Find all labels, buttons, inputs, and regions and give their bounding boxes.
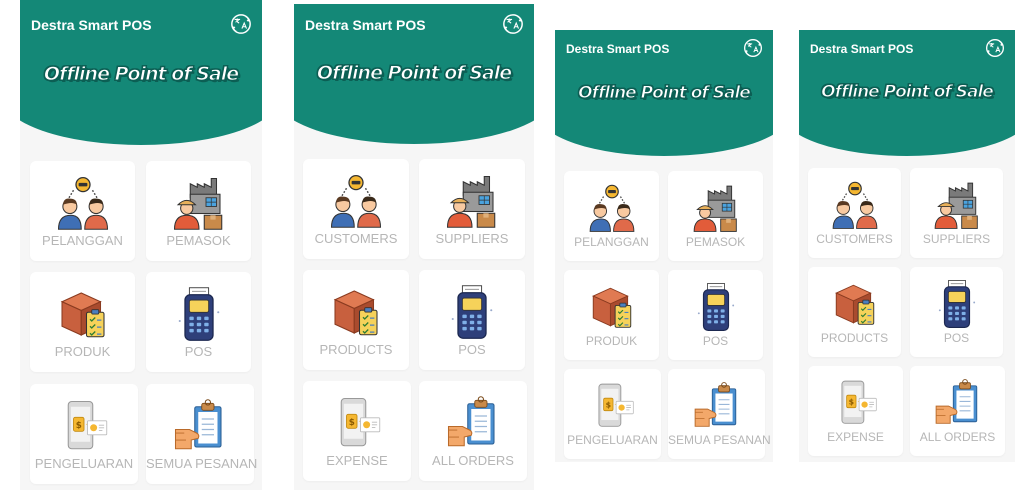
menu-card-label: PRODUK xyxy=(54,344,111,359)
menu-card-label: POS xyxy=(184,344,213,359)
products-icon xyxy=(587,282,637,332)
app-screen-4: Destra Smart POS Offline Point of Sale C… xyxy=(799,30,1015,462)
suppliers-icon xyxy=(691,183,741,233)
menu-card-label: PRODUK xyxy=(585,334,638,348)
menu-card-label: SUPPLIERS xyxy=(435,231,509,246)
products-icon xyxy=(328,284,384,340)
pos-terminal-icon xyxy=(691,282,741,332)
menu-card-label: POS xyxy=(702,334,729,348)
app-title: Destra Smart POS xyxy=(31,17,152,33)
banner-text: Offline Point of Sale xyxy=(821,82,995,103)
menu-card-expense[interactable]: $ PENGELUARAN xyxy=(30,384,138,484)
menu-card-pos-terminal[interactable]: POS xyxy=(668,270,763,360)
menu-card-customers[interactable]: PELANGGAN xyxy=(564,171,659,261)
menu-card-label: PENGELUARAN xyxy=(567,433,658,447)
expense-icon: $ xyxy=(329,395,385,451)
translate-icon[interactable] xyxy=(502,13,524,35)
banner-text: Offline Point of Sale xyxy=(578,83,752,104)
menu-card-products[interactable]: PRODUK xyxy=(30,272,135,372)
menu-card-label: PRODUCTS xyxy=(319,342,393,357)
menu-card-label: PELANGGAN xyxy=(42,233,123,248)
suppliers-icon xyxy=(444,173,500,229)
all-orders-icon xyxy=(445,395,501,451)
svg-text:$: $ xyxy=(605,401,610,410)
banner-text: Offline Point of Sale xyxy=(43,63,239,86)
menu-card-label: POS xyxy=(458,342,486,357)
menu-card-label: PENGELUARAN xyxy=(34,456,134,471)
menu-card-all-orders[interactable]: SEMUA PESANAN xyxy=(146,384,258,484)
menu-card-label: PEMASOK xyxy=(166,233,231,248)
expense-icon: $ xyxy=(831,378,881,428)
all-orders-icon xyxy=(692,381,742,431)
svg-text:$: $ xyxy=(848,398,853,407)
all-orders-icon xyxy=(933,378,983,428)
menu-card-products[interactable]: PRODUK xyxy=(564,270,659,360)
app-title: Destra Smart POS xyxy=(566,42,670,56)
menu-card-label: ALL ORDERS xyxy=(919,430,996,444)
suppliers-icon xyxy=(932,180,982,230)
menu-card-customers[interactable]: PELANGGAN xyxy=(30,161,135,261)
menu-card-all-orders[interactable]: SEMUA PESANAN xyxy=(668,369,771,459)
menu-card-all-orders[interactable]: ALL ORDERS xyxy=(910,366,1005,456)
customers-icon xyxy=(55,175,111,231)
menu-card-pos-terminal[interactable]: POS xyxy=(419,270,525,370)
menu-card-suppliers[interactable]: SUPPLIERS xyxy=(419,159,525,259)
app-screen-3: Destra Smart POS Offline Point of Sale P… xyxy=(555,30,773,462)
menu-card-label: ALL ORDERS xyxy=(432,453,514,468)
svg-text:$: $ xyxy=(76,421,82,431)
menu-card-expense[interactable]: $ EXPENSE xyxy=(808,366,903,456)
all-orders-icon xyxy=(172,398,228,454)
customers-icon xyxy=(587,183,637,233)
translate-icon[interactable] xyxy=(743,38,763,58)
menu-card-label: POS xyxy=(943,331,970,345)
menu-card-suppliers[interactable]: PEMASOK xyxy=(146,161,251,261)
expense-icon: $ xyxy=(56,398,112,454)
menu-card-customers[interactable]: CUSTOMERS xyxy=(808,168,901,258)
menu-card-all-orders[interactable]: ALL ORDERS xyxy=(419,381,527,481)
menu-card-pos-terminal[interactable]: POS xyxy=(910,267,1003,357)
expense-icon: $ xyxy=(588,381,638,431)
menu-card-label: SEMUA PESANAN xyxy=(146,456,258,471)
menu-card-label: SUPPLIERS xyxy=(922,232,991,246)
menu-card-customers[interactable]: CUSTOMERS xyxy=(303,159,409,259)
app-title: Destra Smart POS xyxy=(305,17,426,33)
translate-icon[interactable] xyxy=(985,38,1005,58)
menu-card-products[interactable]: PRODUCTS xyxy=(303,270,409,370)
translate-icon[interactable] xyxy=(230,13,252,35)
menu-card-expense[interactable]: $ PENGELUARAN xyxy=(564,369,661,459)
app-screen-2: Destra Smart POS Offline Point of Sale C… xyxy=(294,4,534,490)
menu-card-products[interactable]: PRODUCTS xyxy=(808,267,901,357)
menu-card-label: PELANGGAN xyxy=(574,235,649,249)
menu-card-pos-terminal[interactable]: POS xyxy=(146,272,251,372)
menu-card-label: EXPENSE xyxy=(326,453,388,468)
customers-icon xyxy=(328,173,384,229)
menu-card-suppliers[interactable]: SUPPLIERS xyxy=(910,168,1003,258)
suppliers-icon xyxy=(171,175,227,231)
products-icon xyxy=(55,286,111,342)
customers-icon xyxy=(830,180,880,230)
products-icon xyxy=(830,279,880,329)
menu-card-label: EXPENSE xyxy=(827,430,884,444)
pos-terminal-icon xyxy=(444,284,500,340)
menu-card-label: CUSTOMERS xyxy=(816,232,893,246)
menu-card-label: PEMASOK xyxy=(685,235,746,249)
banner-text: Offline Point of Sale xyxy=(316,62,512,85)
menu-card-expense[interactable]: $ EXPENSE xyxy=(303,381,411,481)
app-screen-1: Destra Smart POS Offline Point of Sale P… xyxy=(20,0,262,490)
menu-card-suppliers[interactable]: PEMASOK xyxy=(668,171,763,261)
pos-terminal-icon xyxy=(932,279,982,329)
menu-card-label: PRODUCTS xyxy=(820,331,889,345)
app-title: Destra Smart POS xyxy=(810,42,914,56)
menu-card-label: CUSTOMERS xyxy=(314,231,398,246)
svg-text:$: $ xyxy=(349,418,355,428)
menu-card-label: SEMUA PESANAN xyxy=(668,433,771,447)
pos-terminal-icon xyxy=(171,286,227,342)
